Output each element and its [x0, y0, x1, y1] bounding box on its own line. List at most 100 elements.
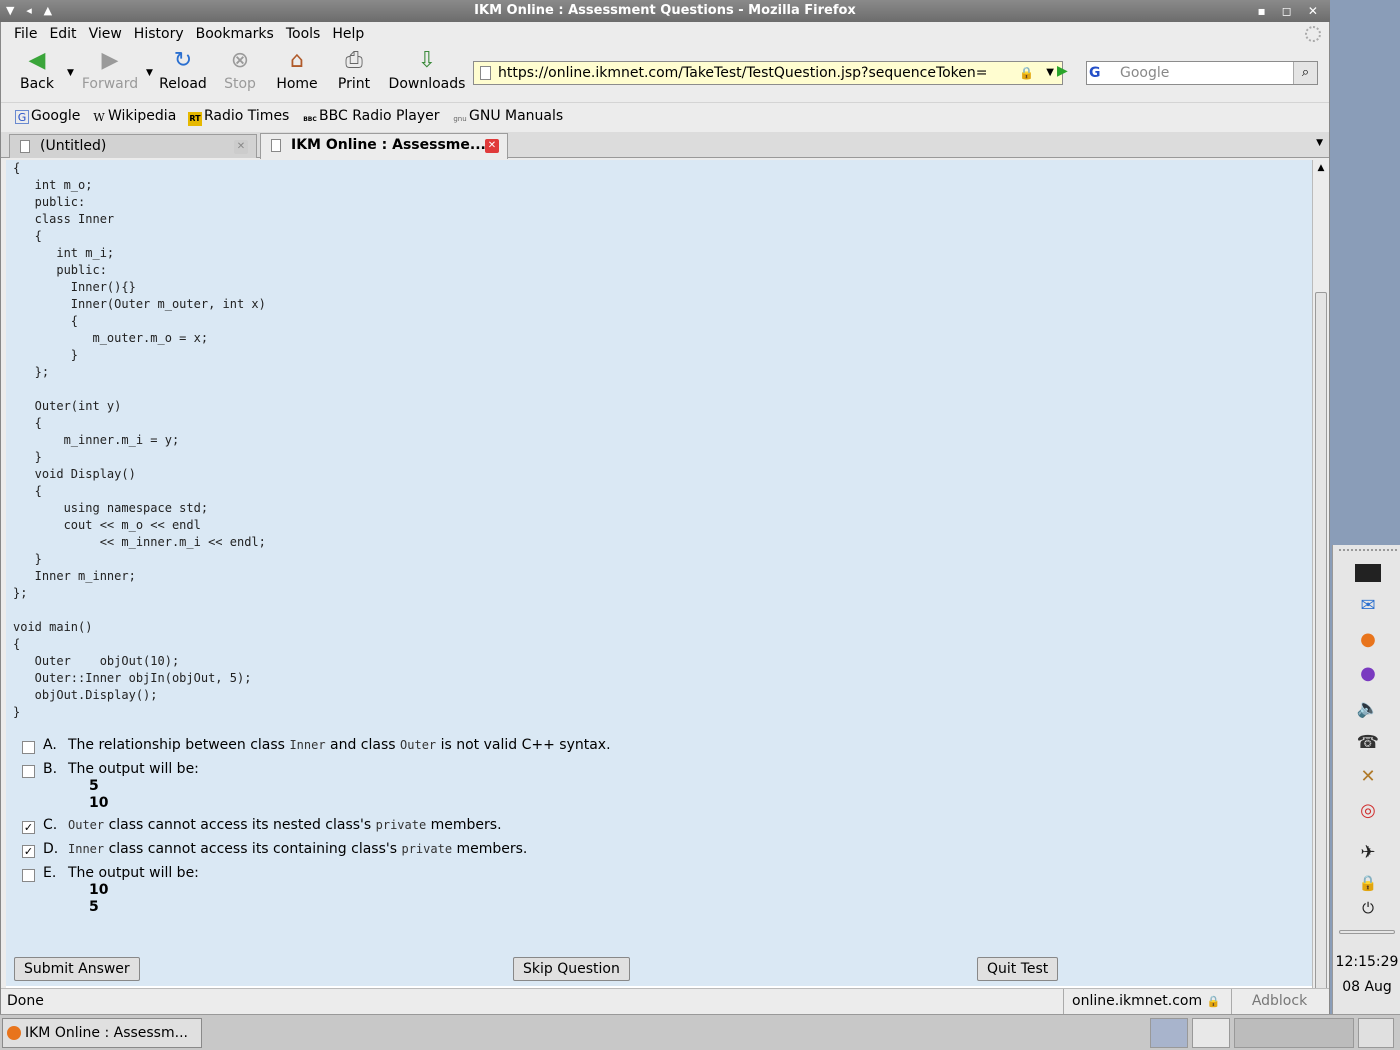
stop-button[interactable]: ⊗ Stop	[221, 48, 259, 92]
firefox-icon[interactable]: ●	[1355, 627, 1381, 653]
help-lifebuoy-icon[interactable]: ◎	[1355, 798, 1381, 824]
answer-a: A. The relationship between class Inner …	[18, 737, 1218, 761]
menu-history[interactable]: History	[128, 22, 190, 46]
print-button[interactable]: ⎙ Print	[335, 48, 373, 92]
downloads-label: Downloads	[388, 76, 466, 92]
tab-ikm-online[interactable]: IKM Online : Assessme... ✕	[260, 133, 508, 159]
workspace-pager[interactable]	[1234, 1018, 1354, 1048]
search-box[interactable]: G Google ⌕	[1086, 61, 1318, 85]
tools-icon[interactable]: ✕	[1355, 764, 1381, 790]
lock-screen-icon[interactable]: 🔒	[1355, 870, 1381, 896]
output-line: 5	[89, 778, 99, 794]
forward-arrow-icon: ▶	[101, 48, 119, 73]
code-listing: { int m_o; public: class Inner { int m_i…	[13, 161, 266, 719]
answer-c: ✓ C. Outer class cannot access its neste…	[18, 817, 1218, 841]
submit-answer-button[interactable]: Submit Answer	[14, 957, 140, 981]
tab-close-icon[interactable]: ✕	[485, 139, 499, 153]
wikipedia-icon: W	[93, 111, 105, 124]
tab-bar: (Untitled) ✕ IKM Online : Assessme... ✕ …	[1, 132, 1329, 159]
menu-view[interactable]: View	[83, 22, 128, 46]
browser-window: File Edit View History Bookmarks Tools Help ◀ …	[0, 22, 1330, 1037]
dock-handle[interactable]	[1339, 549, 1397, 551]
reload-button[interactable]: ↻ Reload	[157, 48, 209, 92]
menu-bar: File Edit View History Bookmarks Tools Help	[1, 22, 1329, 46]
search-engine-icon[interactable]: G	[1089, 64, 1115, 82]
scroll-up-icon[interactable]: ▲	[1313, 160, 1329, 176]
adblock-button[interactable]: Adblock	[1231, 989, 1327, 1015]
answer-d: ✓ D. Inner class cannot access its conta…	[18, 841, 1218, 865]
answer-list: A. The relationship between class Inner …	[18, 737, 1218, 921]
terminal-icon[interactable]	[1355, 564, 1381, 582]
search-icon[interactable]: ⌕	[1293, 62, 1317, 84]
radio-times-icon: RT	[188, 112, 202, 126]
answer-letter: E.	[43, 865, 57, 881]
taskbar-item-firefox[interactable]: IKM Online : Assessm...	[2, 1018, 202, 1048]
menu-tools[interactable]: Tools	[280, 22, 327, 46]
activity-throbber-icon	[1305, 26, 1321, 42]
answer-letter: A.	[43, 737, 57, 753]
answer-b-checkbox[interactable]	[22, 765, 35, 778]
reload-icon: ↻	[173, 48, 193, 73]
scrollbar-thumb[interactable]	[1315, 292, 1327, 1037]
firefox-icon	[7, 1026, 21, 1040]
action-buttons: Submit Answer Skip Question Quit Test	[6, 950, 1312, 986]
bookmark-label: GNU Manuals	[469, 108, 564, 124]
answer-d-checkbox[interactable]: ✓	[22, 845, 35, 858]
menu-edit[interactable]: Edit	[43, 22, 82, 46]
tab-label: IKM Online : Assessme...	[291, 137, 486, 153]
back-button[interactable]: ◀ Back	[15, 48, 59, 92]
window-title: IKM Online : Assessment Questions - Mozi…	[474, 3, 856, 18]
status-text: Done	[7, 993, 44, 1009]
menu-file[interactable]: File	[8, 22, 43, 46]
window-control-buttons[interactable]: ▪ ◻ ✕	[1257, 0, 1324, 22]
gnu-icon: gnu	[453, 115, 467, 123]
output-line: 10	[89, 795, 109, 811]
bookmark-wikipedia[interactable]: W Wikipedia	[92, 108, 176, 125]
search-input[interactable]: Google	[1120, 62, 1169, 84]
home-button[interactable]: ⌂ Home	[275, 48, 319, 92]
power-icon[interactable]: ⏻	[1355, 895, 1381, 921]
security-host[interactable]: online.ikmnet.com 🔒	[1063, 989, 1228, 1015]
home-label: Home	[276, 76, 318, 92]
workspace-switcher[interactable]	[1192, 1018, 1230, 1048]
status-bar: Done online.ikmnet.com 🔒 Adblock	[1, 988, 1329, 1015]
thunderbird-icon[interactable]: ✉	[1355, 593, 1381, 619]
url-text[interactable]: https://online.ikmnet.com/TakeTest/TestQ…	[498, 62, 1018, 84]
forward-history-dropdown[interactable]: ▼	[146, 68, 153, 78]
url-history-dropdown[interactable]: ▼	[1046, 62, 1054, 84]
tab-close-icon[interactable]: ✕	[234, 140, 248, 154]
forward-button[interactable]: ▶ Forward	[79, 48, 141, 92]
page-icon	[20, 140, 30, 153]
menu-bookmarks[interactable]: Bookmarks	[190, 22, 280, 46]
tray-firefox-icon[interactable]	[1150, 1018, 1188, 1048]
page-icon	[480, 66, 491, 80]
volume-icon[interactable]: 🔈	[1355, 696, 1381, 722]
answer-a-checkbox[interactable]	[22, 741, 35, 754]
tab-list-dropdown[interactable]: ▼	[1316, 138, 1323, 148]
back-history-dropdown[interactable]: ▼	[67, 68, 74, 78]
bookmark-google[interactable]: G Google	[15, 108, 80, 124]
bookmark-gnu-manuals[interactable]: gnu GNU Manuals	[453, 108, 563, 126]
url-bar[interactable]: https://online.ikmnet.com/TakeTest/TestQ…	[473, 61, 1063, 85]
bookmark-bbc-radio-player[interactable]: BBC BBC Radio Player	[303, 108, 439, 127]
window-menu-icons[interactable]: ▼ ◂ ▲	[6, 0, 56, 22]
quit-test-button[interactable]: Quit Test	[977, 957, 1059, 981]
tray-app-icon[interactable]	[1358, 1018, 1394, 1048]
go-button[interactable]: ▶	[1057, 63, 1077, 83]
answer-text: The output will be:	[68, 761, 199, 777]
tab-untitled[interactable]: (Untitled) ✕	[9, 134, 257, 158]
clock[interactable]: 12:15:29 08 Aug	[1333, 950, 1400, 1000]
bookmark-radio-times[interactable]: RT Radio Times	[188, 108, 289, 126]
answer-e-checkbox[interactable]	[22, 869, 35, 882]
nvu-icon[interactable]: ●	[1355, 661, 1381, 687]
answer-c-checkbox[interactable]: ✓	[22, 821, 35, 834]
menu-help[interactable]: Help	[326, 22, 370, 46]
lock-icon[interactable]: 🔒	[1019, 62, 1034, 84]
telephone-icon[interactable]: ☎	[1355, 730, 1381, 756]
home-icon: ⌂	[290, 48, 304, 73]
answer-text: Outer class cannot access its nested cla…	[68, 817, 502, 833]
skip-question-button[interactable]: Skip Question	[513, 957, 630, 981]
downloads-button[interactable]: ⇩ Downloads	[387, 48, 467, 92]
network-icon[interactable]: ✈	[1355, 840, 1381, 866]
vertical-scrollbar[interactable]: ▲ ▼	[1312, 160, 1329, 1037]
